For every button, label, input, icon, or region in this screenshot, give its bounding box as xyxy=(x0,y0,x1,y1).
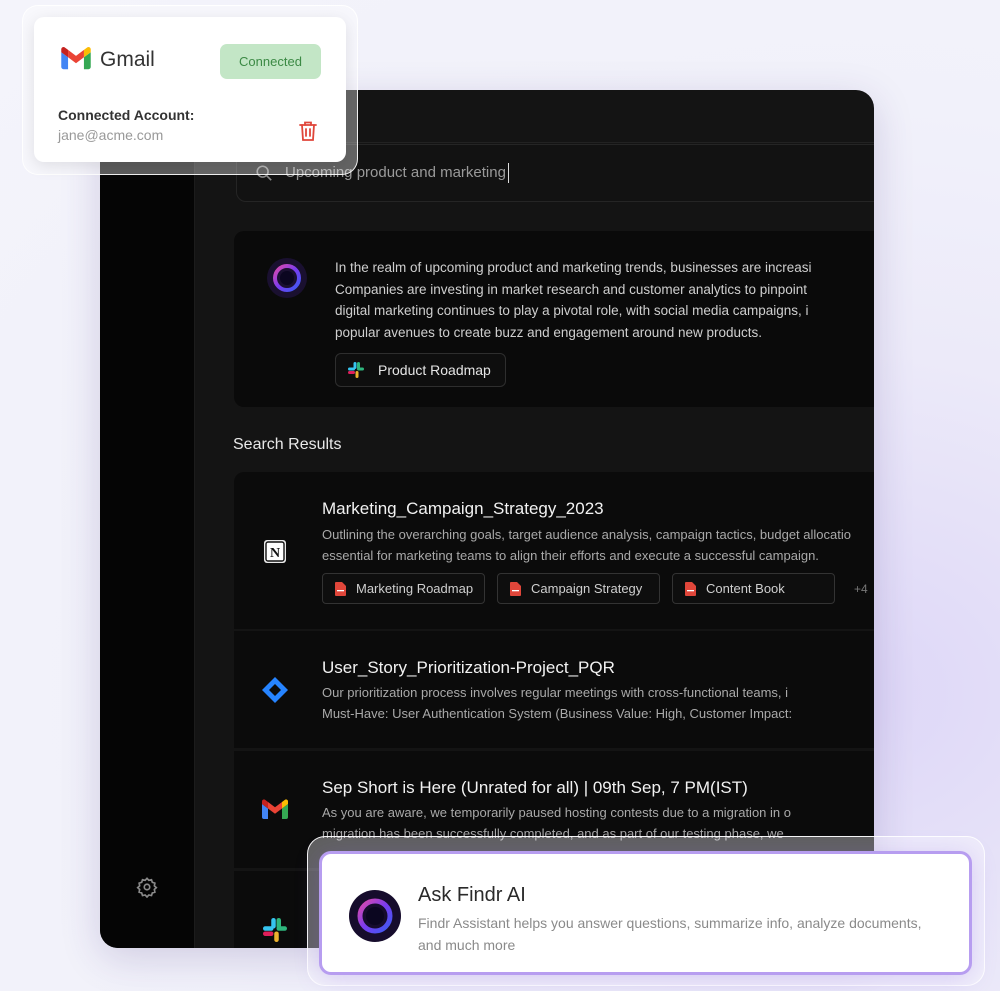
svg-text:N: N xyxy=(270,546,280,561)
tag-chip[interactable]: Content Book xyxy=(672,573,835,604)
gmail-connection-card: Gmail Connected Connected Account: jane@… xyxy=(34,17,346,162)
pdf-file-icon xyxy=(510,581,521,596)
text-caret xyxy=(507,163,509,183)
gmail-icon xyxy=(262,799,288,819)
pdf-file-icon xyxy=(335,581,346,596)
ask-findr-title: Ask Findr AI xyxy=(418,884,526,906)
tag-chip[interactable]: Campaign Strategy xyxy=(497,573,660,604)
source-chip-product-roadmap[interactable]: Product Roadmap xyxy=(335,353,506,387)
result-description: Our prioritization process involves regu… xyxy=(322,685,793,721)
result-title[interactable]: User_Story_Prioritization-Project_PQR xyxy=(322,658,615,678)
connected-status-badge: Connected xyxy=(220,44,321,79)
result-title[interactable]: Marketing_Campaign_Strategy_2023 xyxy=(322,499,604,519)
sidebar xyxy=(100,90,195,948)
notion-icon: N xyxy=(264,540,286,563)
ai-answer-text: In the realm of upcoming product and mar… xyxy=(335,260,812,340)
tag-chip[interactable]: Marketing Roadmap xyxy=(322,573,485,604)
tag-label: Marketing Roadmap xyxy=(356,581,474,596)
ask-findr-description: Findr Assistant helps you answer questio… xyxy=(418,915,922,953)
result-description: Outlining the overarching goals, target … xyxy=(322,527,851,563)
pdf-file-icon xyxy=(685,581,696,596)
jira-icon xyxy=(262,677,288,703)
tag-label: Campaign Strategy xyxy=(531,581,643,596)
connected-account-email: jane@acme.com xyxy=(58,127,164,143)
result-item[interactable]: N Marketing_Campaign_Strategy_2023 Outli… xyxy=(234,472,874,629)
ask-findr-card[interactable]: Ask Findr AI Findr Assistant helps you a… xyxy=(319,851,972,975)
ai-answer-panel: In the realm of upcoming product and mar… xyxy=(234,231,874,407)
settings-icon[interactable] xyxy=(136,876,158,898)
app-window: Upcoming product and marketing In the re… xyxy=(100,90,874,948)
gmail-name: Gmail xyxy=(100,48,155,71)
trash-icon[interactable] xyxy=(298,120,318,142)
result-title[interactable]: Sep Short is Here (Unrated for all) | 09… xyxy=(322,778,748,798)
search-results-heading: Search Results xyxy=(233,436,342,453)
gmail-logo-icon xyxy=(61,47,91,70)
slack-icon xyxy=(348,362,364,378)
connected-account-label: Connected Account: xyxy=(58,107,195,123)
more-tags-count[interactable]: +4 xyxy=(854,582,868,596)
findr-ai-logo-icon xyxy=(349,890,401,942)
source-chip-label: Product Roadmap xyxy=(378,362,491,378)
result-item[interactable]: User_Story_Prioritization-Project_PQR Ou… xyxy=(234,631,874,748)
findr-ai-logo-icon xyxy=(267,258,307,298)
slack-icon xyxy=(263,918,287,942)
tag-label: Content Book xyxy=(706,581,785,596)
